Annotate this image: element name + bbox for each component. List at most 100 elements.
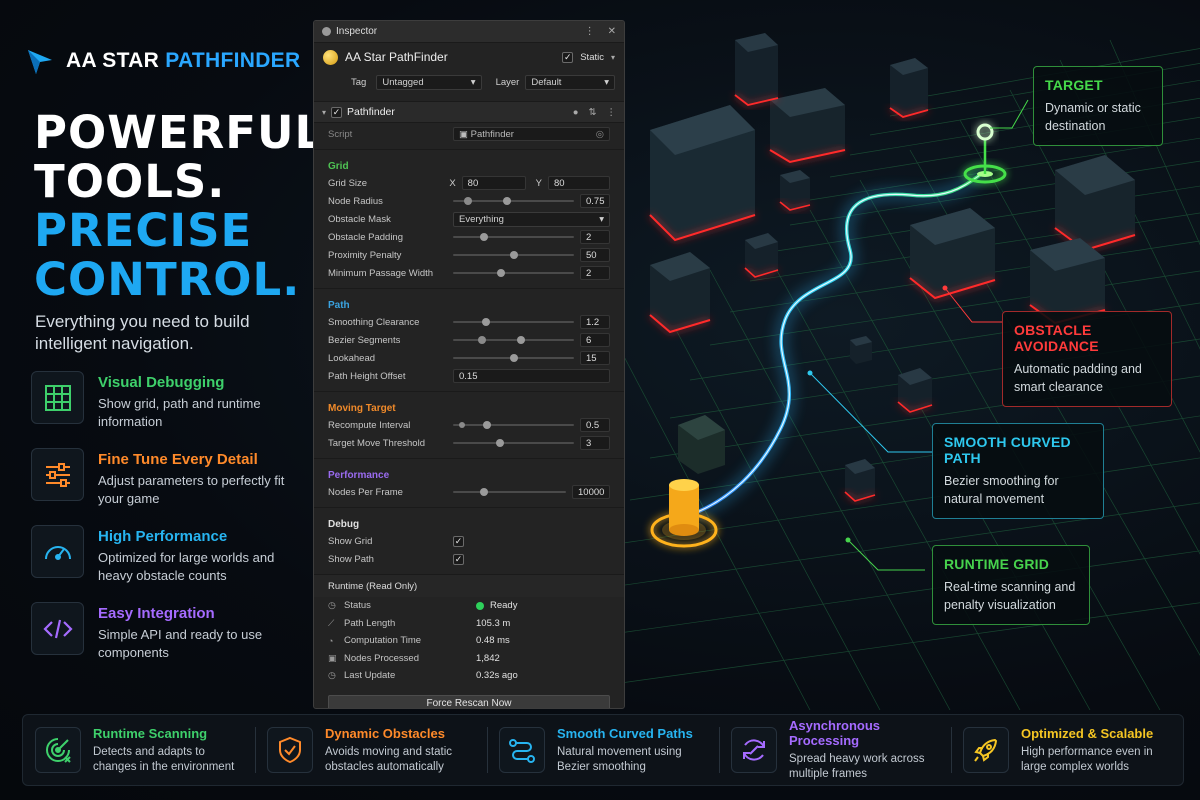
proximity-penalty-slider[interactable]: [453, 248, 574, 262]
show-grid-checkbox[interactable]: ✓: [453, 535, 464, 547]
bottom-item-desc: Detects and adapts to changes in the env…: [93, 745, 235, 773]
grid-size-x-field[interactable]: 80: [461, 176, 526, 190]
bottom-item-title: Asynchronous Processing: [789, 718, 881, 748]
min-passage-slider[interactable]: [453, 266, 574, 280]
bottom-item-desc: Spread heavy work across multiple frames: [789, 753, 925, 780]
threshold-row: Target Move Threshold 3: [314, 434, 624, 452]
bottom-item-title: Optimized & Scalable: [1021, 725, 1154, 741]
lookahead-slider[interactable]: [453, 351, 574, 365]
callout-title: RUNTIME GRID: [944, 556, 1050, 572]
section-debug: Debug: [328, 519, 360, 530]
layer-dropdown[interactable]: Default ▾: [525, 74, 615, 90]
node-radius-slider[interactable]: [453, 194, 574, 208]
script-label: Script: [328, 128, 353, 140]
layer-value: Default: [531, 76, 562, 88]
show-grid-row: Show Grid ✓: [314, 532, 624, 550]
callout-desc: Dynamic or static destination: [1045, 101, 1141, 133]
grid-size-y-field[interactable]: 80: [548, 176, 610, 190]
feature-high-performance: High Performance Optimized for large wor…: [31, 525, 291, 602]
show-path-label: Show Path: [328, 553, 374, 565]
component-header[interactable]: ▾ ✓ Pathfinder ● ⇅ ⋮: [314, 101, 624, 123]
threshold-slider[interactable]: [453, 436, 574, 450]
show-path-row: Show Path ✓: [314, 550, 624, 568]
preset-icon[interactable]: ⇅: [589, 107, 597, 118]
min-passage-label: Minimum Passage Width: [328, 267, 434, 279]
bottom-item-dynamic-obstacles: Dynamic Obstacles Avoids moving and stat…: [255, 715, 487, 785]
node-radius-field[interactable]: 0.75: [580, 194, 610, 208]
smoothing-label: Smoothing Clearance: [328, 316, 420, 328]
obstacle-mask-row: Obstacle Mask Everything ▾: [314, 210, 624, 228]
script-field[interactable]: ▣ Pathfinder ◎: [453, 127, 610, 141]
bottom-item-title: Smooth Curved Paths: [557, 725, 693, 741]
code-icon: [42, 619, 73, 638]
nodes-processed-value: 1,842: [476, 652, 500, 664]
kebab-icon[interactable]: ⋮: [607, 107, 617, 118]
close-icon[interactable]: ✕: [608, 26, 616, 37]
callout-title: OBSTACLE AVOIDANCE: [1014, 322, 1099, 354]
foldout-arrow-icon[interactable]: ▾: [322, 108, 326, 117]
obstacle-padding-slider[interactable]: [453, 230, 574, 244]
brand: AA STAR PATHFINDER: [26, 46, 300, 76]
node-radius-label: Node Radius: [328, 195, 383, 207]
recompute-slider[interactable]: [453, 418, 574, 432]
static-label[interactable]: Static: [580, 52, 604, 63]
last-update-label: Last Update: [344, 670, 396, 682]
show-path-checkbox[interactable]: ✓: [453, 553, 464, 565]
bottom-item-smooth-paths: Smooth Curved Paths Natural movement usi…: [487, 715, 719, 785]
obstacle-block: [897, 368, 933, 413]
star-arrow-icon: [28, 50, 52, 74]
nodes-per-frame-field[interactable]: 10000: [572, 485, 610, 499]
force-rescan-button[interactable]: Force Rescan Now: [328, 694, 610, 708]
height-offset-field[interactable]: 0.15: [453, 369, 610, 383]
status-value: Ready: [490, 600, 518, 612]
obstacle-block: [844, 459, 876, 502]
callout-target: TARGET Dynamic or static destination: [1033, 66, 1163, 146]
computation-time-value: 0.48 ms: [476, 635, 510, 647]
nodes-per-frame-label: Nodes Per Frame: [328, 486, 403, 498]
runtime-length-row: ⟋ Path Length 105.3 m: [314, 615, 624, 633]
smoothing-row: Smoothing Clearance 1.2: [314, 313, 624, 331]
feature-fine-tune: Fine Tune Every Detail Adjust parameters…: [31, 448, 291, 525]
section-moving-target: Moving Target: [328, 403, 396, 414]
smoothing-field[interactable]: 1.2: [580, 315, 610, 329]
component-name: Pathfinder: [347, 106, 395, 118]
chevron-down-icon[interactable]: ▾: [611, 53, 615, 62]
bezier-field[interactable]: 6: [580, 333, 610, 347]
feature-icon-box: [31, 525, 84, 578]
help-icon[interactable]: ●: [573, 107, 579, 118]
lookahead-field[interactable]: 15: [580, 351, 610, 365]
threshold-field[interactable]: 3: [580, 436, 610, 450]
obstacle-block: [850, 336, 872, 364]
callout-runtime-grid: RUNTIME GRID Real-time scanning and pena…: [932, 545, 1090, 625]
bottom-icon-box: [267, 727, 313, 773]
obstacle-padding-field[interactable]: 2: [580, 230, 610, 244]
tag-dropdown[interactable]: Untagged ▾: [376, 74, 482, 90]
bottom-item-optimized: Optimized & Scalable High performance ev…: [951, 715, 1183, 785]
info-icon: [322, 27, 331, 36]
object-name[interactable]: AA Star PathFinder: [345, 50, 555, 64]
bezier-slider[interactable]: [453, 333, 574, 347]
min-passage-field[interactable]: 2: [580, 266, 610, 280]
component-enabled-checkbox[interactable]: ✓: [331, 106, 343, 118]
path-length-label: Path Length: [344, 617, 396, 629]
runtime-time-row: ◔ Computation Time 0.48 ms: [314, 632, 624, 650]
status-label: Status: [344, 600, 371, 612]
runtime-update-row: ◷ Last Update 0.32s ago: [314, 667, 624, 685]
smoothing-slider[interactable]: [453, 315, 574, 329]
feature-icon-box: [31, 602, 84, 655]
runtime-title: Runtime (Read Only): [314, 575, 624, 597]
proximity-penalty-field[interactable]: 50: [580, 248, 610, 262]
bottom-item-desc: High performance even in large complex w…: [1021, 745, 1153, 773]
feature-desc: Optimized for large worlds and heavy obs…: [98, 550, 275, 583]
menu-icon[interactable]: ⋮: [585, 26, 595, 37]
obstacle-mask-dropdown[interactable]: Everything ▾: [453, 211, 610, 227]
static-checkbox[interactable]: ✓: [562, 51, 574, 63]
chevron-down-icon: ▾: [599, 213, 604, 225]
ruler-icon: ⟋: [328, 617, 335, 628]
recompute-field[interactable]: 0.5: [580, 418, 610, 432]
nodes-per-frame-row: Nodes Per Frame 10000: [314, 483, 624, 501]
scene-view: TARGET Dynamic or static destination OBS…: [569, 0, 1200, 711]
y-label: Y: [535, 177, 542, 189]
feature-icon-box: [31, 448, 84, 501]
nodes-per-frame-slider[interactable]: [453, 485, 566, 499]
